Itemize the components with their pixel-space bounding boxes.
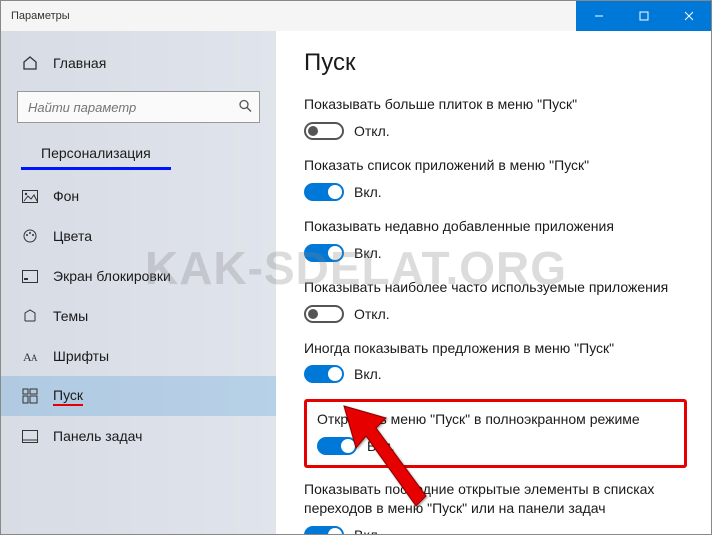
setting-label: Показать список приложений в меню "Пуск" xyxy=(304,156,687,175)
toggle-app-list[interactable] xyxy=(304,183,344,201)
search-icon xyxy=(238,99,252,116)
setting-label: Иногда показывать предложения в меню "Пу… xyxy=(304,339,687,358)
setting-label: Открывать меню "Пуск" в полноэкранном ре… xyxy=(317,410,674,429)
toggle-most-used[interactable] xyxy=(304,305,344,323)
setting-label: Показывать больше плиток в меню "Пуск" xyxy=(304,95,687,114)
sidebar-item-label: Цвета xyxy=(53,228,92,244)
maximize-button[interactable] xyxy=(621,1,666,31)
sidebar-item-label: Темы xyxy=(53,308,88,324)
settings-window: Параметры Главная xyxy=(0,0,712,535)
titlebar: Параметры xyxy=(1,1,711,31)
start-icon xyxy=(21,388,39,404)
highlight-box: Открывать меню "Пуск" в полноэкранном ре… xyxy=(304,399,687,468)
sidebar-item-themes[interactable]: Темы xyxy=(1,296,276,336)
palette-icon xyxy=(21,228,39,244)
sidebar-item-background[interactable]: Фон xyxy=(1,176,276,216)
toggle-jumplist[interactable] xyxy=(304,526,344,534)
sidebar: Главная Персонализация Фон xyxy=(1,31,276,534)
sidebar-category: Персонализация xyxy=(21,137,171,170)
sidebar-item-label: Экран блокировки xyxy=(53,268,171,284)
toggle-state: Откл. xyxy=(354,306,390,322)
sidebar-item-lockscreen[interactable]: Экран блокировки xyxy=(1,256,276,296)
setting-app-list: Показать список приложений в меню "Пуск"… xyxy=(304,156,687,201)
minimize-button[interactable] xyxy=(576,1,621,31)
sidebar-item-start[interactable]: Пуск xyxy=(1,376,276,416)
toggle-recent-apps[interactable] xyxy=(304,244,344,262)
sidebar-home[interactable]: Главная xyxy=(1,43,276,83)
window-title: Параметры xyxy=(11,10,70,22)
taskbar-icon xyxy=(21,430,39,443)
toggle-state: Вкл. xyxy=(367,438,395,454)
setting-suggestions: Иногда показывать предложения в меню "Пу… xyxy=(304,339,687,384)
minimize-icon xyxy=(594,11,604,21)
sidebar-item-fonts[interactable]: AA Шрифты xyxy=(1,336,276,376)
toggle-state: Вкл. xyxy=(354,527,382,534)
toggle-suggestions[interactable] xyxy=(304,365,344,383)
svg-text:A: A xyxy=(31,353,38,363)
search-wrap xyxy=(17,91,260,123)
setting-label: Показывать недавно добавленные приложени… xyxy=(304,217,687,236)
setting-more-tiles: Показывать больше плиток в меню "Пуск" О… xyxy=(304,95,687,140)
maximize-icon xyxy=(639,11,649,21)
toggle-state: Откл. xyxy=(354,123,390,139)
setting-fullscreen-start: Открывать меню "Пуск" в полноэкранном ре… xyxy=(317,410,674,455)
lockscreen-icon xyxy=(21,270,39,283)
close-icon xyxy=(684,11,694,21)
fonts-icon: AA xyxy=(21,348,39,364)
sidebar-item-label: Панель задач xyxy=(53,428,142,444)
setting-jumplist: Показывать последние открытые элементы в… xyxy=(304,480,687,534)
toggle-state: Вкл. xyxy=(354,245,382,261)
sidebar-item-label: Шрифты xyxy=(53,348,109,364)
sidebar-item-colors[interactable]: Цвета xyxy=(1,216,276,256)
toggle-fullscreen-start[interactable] xyxy=(317,437,357,455)
close-button[interactable] xyxy=(666,1,711,31)
sidebar-item-label: Фон xyxy=(53,188,79,204)
sidebar-home-label: Главная xyxy=(53,55,106,71)
toggle-state: Вкл. xyxy=(354,366,382,382)
picture-icon xyxy=(21,190,39,203)
sidebar-item-label: Пуск xyxy=(53,387,83,406)
content-area: Пуск Показывать больше плиток в меню "Пу… xyxy=(276,31,711,534)
sidebar-item-taskbar[interactable]: Панель задач xyxy=(1,416,276,456)
home-icon xyxy=(21,55,39,71)
setting-label: Показывать последние открытые элементы в… xyxy=(304,480,687,518)
themes-icon xyxy=(21,308,39,324)
search-input[interactable] xyxy=(17,91,260,123)
setting-recent-apps: Показывать недавно добавленные приложени… xyxy=(304,217,687,262)
toggle-more-tiles[interactable] xyxy=(304,122,344,140)
toggle-state: Вкл. xyxy=(354,184,382,200)
window-controls xyxy=(576,1,711,31)
setting-most-used: Показывать наиболее часто используемые п… xyxy=(304,278,687,323)
page-title: Пуск xyxy=(304,49,687,77)
setting-label: Показывать наиболее часто используемые п… xyxy=(304,278,687,297)
